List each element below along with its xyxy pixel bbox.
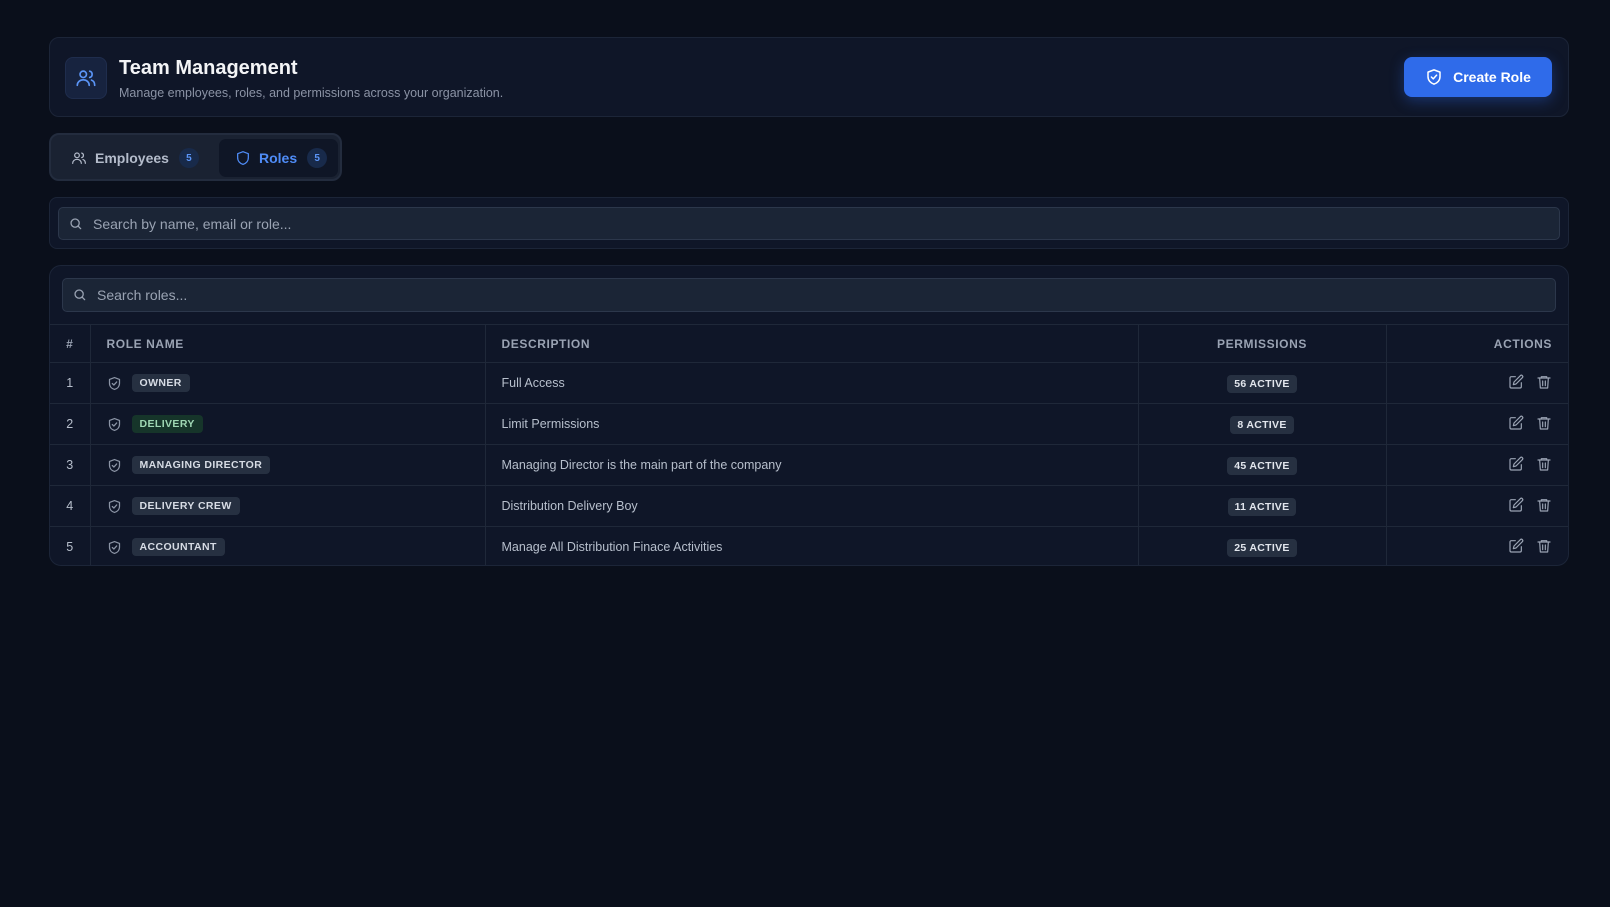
tab-employees-count: 5 — [178, 148, 199, 168]
shield-icon — [108, 540, 120, 554]
search-icon — [63, 288, 97, 302]
shield-icon — [108, 458, 120, 472]
role-name-badge: OWNER — [131, 374, 190, 392]
role-description: Managing Director is the main part of th… — [485, 444, 1139, 486]
shield-check-icon — [1427, 69, 1441, 85]
edit-icon[interactable] — [1508, 415, 1524, 431]
permissions-badge: 8 ACTIVE — [1230, 416, 1294, 434]
table-header-row: # ROLE NAME DESCRIPTION PERMISSIONS ACTI… — [50, 324, 1568, 363]
role-description: Full Access — [485, 362, 1139, 404]
role-name-badge: DELIVERY CREW — [131, 497, 240, 515]
create-role-label: Create Role — [1453, 69, 1531, 85]
table-row[interactable]: 4 DELIVERY CREW Distribution Delivery Bo… — [50, 485, 1568, 527]
trash-icon[interactable] — [1536, 415, 1552, 431]
users-icon — [76, 70, 96, 87]
roles-card: # ROLE NAME DESCRIPTION PERMISSIONS ACTI… — [49, 265, 1569, 566]
global-search-box — [58, 207, 1560, 240]
role-name-badge: ACCOUNTANT — [131, 538, 225, 557]
page-title: Team Management — [119, 57, 298, 79]
trash-icon[interactable] — [1536, 374, 1552, 390]
table-row[interactable]: 3 MANAGING DIRECTOR Managing Director is… — [50, 444, 1568, 486]
table-row[interactable]: 1 OWNER Full Access 56 ACTIVE — [50, 362, 1568, 404]
global-search-card — [49, 197, 1569, 249]
roles-table-body: 1 OWNER Full Access 56 ACTIVE 2 DELIVERY… — [50, 362, 1568, 565]
row-number: 5 — [50, 526, 91, 565]
trash-icon[interactable] — [1536, 497, 1552, 513]
team-icon-box — [65, 57, 107, 99]
tab-employees-label: Employees — [95, 150, 169, 166]
col-description: DESCRIPTION — [485, 324, 1139, 363]
roles-search-input[interactable] — [97, 279, 1555, 311]
col-role-name: ROLE NAME — [90, 324, 486, 363]
trash-icon[interactable] — [1536, 538, 1552, 554]
row-number: 4 — [50, 485, 91, 527]
row-number: 3 — [50, 444, 91, 486]
tab-roles-label: Roles — [259, 150, 298, 166]
permissions-badge: 11 ACTIVE — [1227, 498, 1297, 516]
shield-icon — [108, 499, 120, 513]
col-actions: ACTIONS — [1386, 324, 1568, 363]
role-name-badge: MANAGING DIRECTOR — [131, 456, 271, 474]
tab-employees[interactable]: Employees 5 — [57, 139, 203, 177]
roles-table: # ROLE NAME DESCRIPTION PERMISSIONS ACTI… — [50, 324, 1568, 565]
table-row[interactable]: 5 ACCOUNTANT Manage All Distribution Fin… — [50, 526, 1568, 565]
role-description: Distribution Delivery Boy — [485, 485, 1139, 527]
edit-icon[interactable] — [1508, 538, 1524, 554]
global-search-input[interactable] — [93, 208, 1559, 239]
col-permissions: PERMISSIONS — [1138, 324, 1387, 363]
search-icon — [59, 217, 93, 231]
shield-icon — [237, 151, 249, 165]
users-icon — [72, 152, 86, 164]
edit-icon[interactable] — [1508, 374, 1524, 390]
permissions-badge: 45 ACTIVE — [1227, 457, 1297, 475]
row-number: 1 — [50, 362, 91, 404]
tab-roles[interactable]: Roles 5 — [219, 139, 338, 177]
edit-icon[interactable] — [1508, 497, 1524, 513]
tab-roles-count: 5 — [307, 148, 328, 168]
permissions-badge: 56 ACTIVE — [1227, 375, 1297, 393]
header-card: Team Management Manage employees, roles,… — [49, 37, 1569, 117]
role-description: Manage All Distribution Finace Activitie… — [485, 526, 1139, 565]
edit-icon[interactable] — [1508, 456, 1524, 472]
row-number: 2 — [50, 403, 91, 445]
table-row[interactable]: 2 DELIVERY Limit Permissions 8 ACTIVE — [50, 403, 1568, 445]
trash-icon[interactable] — [1536, 456, 1552, 472]
page-subtitle: Manage employees, roles, and permissions… — [119, 86, 504, 100]
col-number: # — [50, 324, 91, 363]
permissions-badge: 25 ACTIVE — [1227, 539, 1297, 558]
shield-icon — [108, 417, 120, 431]
role-description: Limit Permissions — [485, 403, 1139, 445]
roles-search-box — [62, 278, 1556, 312]
role-name-badge: DELIVERY — [131, 415, 203, 433]
tab-bar: Employees 5 Roles 5 — [49, 133, 342, 181]
shield-icon — [108, 376, 120, 390]
create-role-button[interactable]: Create Role — [1404, 57, 1552, 97]
